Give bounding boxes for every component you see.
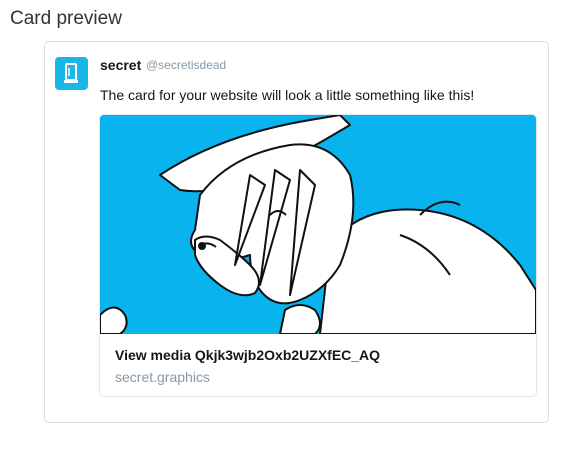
card-domain[interactable]: secret.graphics: [115, 369, 210, 385]
card-title[interactable]: View media Qkjk3wjb2Oxb2UZXfEC_AQ: [115, 347, 380, 363]
phone-glyph-icon: [64, 63, 78, 83]
account-handle[interactable]: @secretisdead: [146, 58, 226, 72]
page-title: Card preview: [10, 8, 122, 29]
avatar[interactable]: [55, 57, 88, 90]
account-name[interactable]: secret: [100, 57, 141, 73]
link-card[interactable]: View media Qkjk3wjb2Oxb2UZXfEC_AQ secret…: [99, 114, 537, 397]
card-image[interactable]: [100, 115, 536, 334]
illustration-image: [100, 115, 536, 334]
tweet-text: The card for your website will look a li…: [100, 87, 475, 103]
